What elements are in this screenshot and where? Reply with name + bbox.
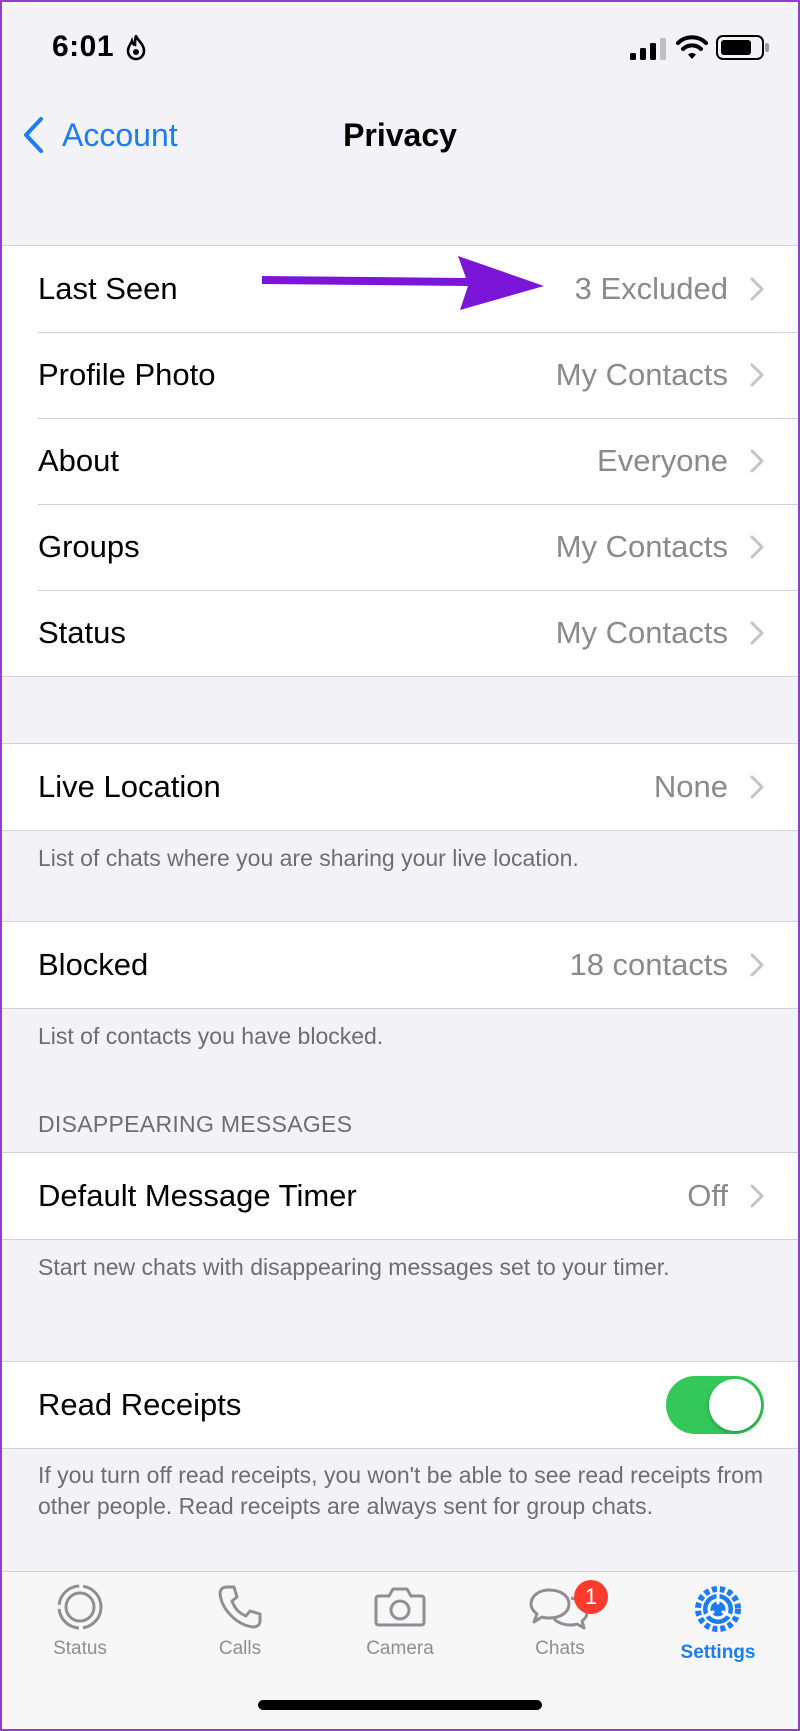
tab-label: Chats bbox=[535, 1638, 585, 1659]
row-value: My Contacts bbox=[555, 529, 728, 564]
live-location-footnote: List of chats where you are sharing your… bbox=[38, 845, 579, 871]
read-receipts-group: Read Receipts bbox=[0, 1361, 800, 1449]
row-label: About bbox=[38, 443, 120, 478]
page-title: Privacy bbox=[343, 117, 457, 153]
camera-icon bbox=[374, 1587, 426, 1627]
status-time: 6:01 bbox=[52, 30, 115, 63]
chevron-right-icon bbox=[750, 363, 764, 387]
tab-calls[interactable]: Calls bbox=[170, 1582, 310, 1682]
tab-camera[interactable]: Camera bbox=[330, 1582, 470, 1682]
tab-label: Camera bbox=[366, 1638, 434, 1659]
row-about[interactable]: About Everyone bbox=[0, 418, 800, 504]
chevron-right-icon bbox=[750, 775, 764, 799]
toggle-knob bbox=[709, 1379, 761, 1431]
row-value: 18 contacts bbox=[569, 947, 728, 982]
phone-icon bbox=[218, 1585, 262, 1629]
status-ring-icon bbox=[57, 1584, 103, 1630]
row-value: Everyone bbox=[597, 443, 728, 478]
wifi-icon bbox=[676, 35, 708, 59]
row-groups[interactable]: Groups My Contacts bbox=[0, 504, 800, 590]
flame-icon bbox=[126, 35, 146, 61]
row-blocked[interactable]: Blocked 18 contacts bbox=[0, 922, 800, 1008]
row-value: None bbox=[653, 769, 728, 804]
tab-label: Calls bbox=[218, 1638, 262, 1659]
row-label: Default Message Timer bbox=[38, 1178, 357, 1213]
row-label: Blocked bbox=[38, 947, 149, 982]
row-status[interactable]: Status My Contacts bbox=[0, 590, 800, 676]
row-read-receipts: Read Receipts bbox=[0, 1362, 800, 1448]
chevron-right-icon bbox=[750, 1184, 764, 1208]
status-bar: 6:01 bbox=[0, 0, 800, 90]
battery-icon bbox=[716, 35, 769, 60]
chevron-right-icon bbox=[750, 621, 764, 645]
row-value: My Contacts bbox=[555, 357, 728, 392]
chevron-right-icon bbox=[750, 953, 764, 977]
row-profile-photo[interactable]: Profile Photo My Contacts bbox=[0, 332, 800, 418]
row-label: Read Receipts bbox=[38, 1387, 242, 1422]
chevron-right-icon bbox=[750, 535, 764, 559]
row-default-message-timer[interactable]: Default Message Timer Off bbox=[0, 1153, 800, 1239]
signal-icon bbox=[630, 38, 666, 60]
tab-chats[interactable]: 1 Chats bbox=[490, 1580, 630, 1682]
row-label: Status bbox=[38, 615, 126, 650]
row-label: Profile Photo bbox=[38, 357, 216, 392]
row-value: My Contacts bbox=[555, 615, 728, 650]
row-live-location[interactable]: Live Location None bbox=[0, 744, 800, 830]
tab-settings[interactable]: Settings bbox=[648, 1582, 788, 1682]
tab-label: Settings bbox=[680, 1642, 756, 1663]
row-label: Groups bbox=[38, 529, 140, 564]
section-header-disappearing: DISAPPEARING MESSAGES bbox=[38, 1111, 353, 1137]
gear-icon bbox=[695, 1586, 741, 1632]
disappearing-group: Default Message Timer Off bbox=[0, 1152, 800, 1240]
home-indicator bbox=[258, 1700, 542, 1710]
navigation-bar: Account Privacy bbox=[0, 95, 800, 175]
annotation-arrow-icon bbox=[262, 256, 544, 310]
tab-status[interactable]: Status bbox=[10, 1582, 150, 1682]
tab-label: Status bbox=[53, 1638, 107, 1659]
blocked-footnote: List of contacts you have blocked. bbox=[38, 1023, 384, 1049]
blocked-group: Blocked 18 contacts bbox=[0, 921, 800, 1009]
row-label: Live Location bbox=[38, 769, 221, 804]
chevron-right-icon bbox=[750, 449, 764, 473]
chevron-right-icon bbox=[750, 277, 764, 301]
row-value: Off bbox=[687, 1178, 728, 1213]
row-value: 3 Excluded bbox=[574, 271, 728, 306]
live-location-group: Live Location None bbox=[0, 743, 800, 831]
unread-badge: 1 bbox=[574, 1580, 608, 1614]
read-receipts-toggle[interactable] bbox=[666, 1376, 764, 1434]
disappearing-footnote: Start new chats with disappearing messag… bbox=[38, 1254, 670, 1280]
read-receipts-footnote: If you turn off read receipts, you won't… bbox=[38, 1462, 764, 1519]
